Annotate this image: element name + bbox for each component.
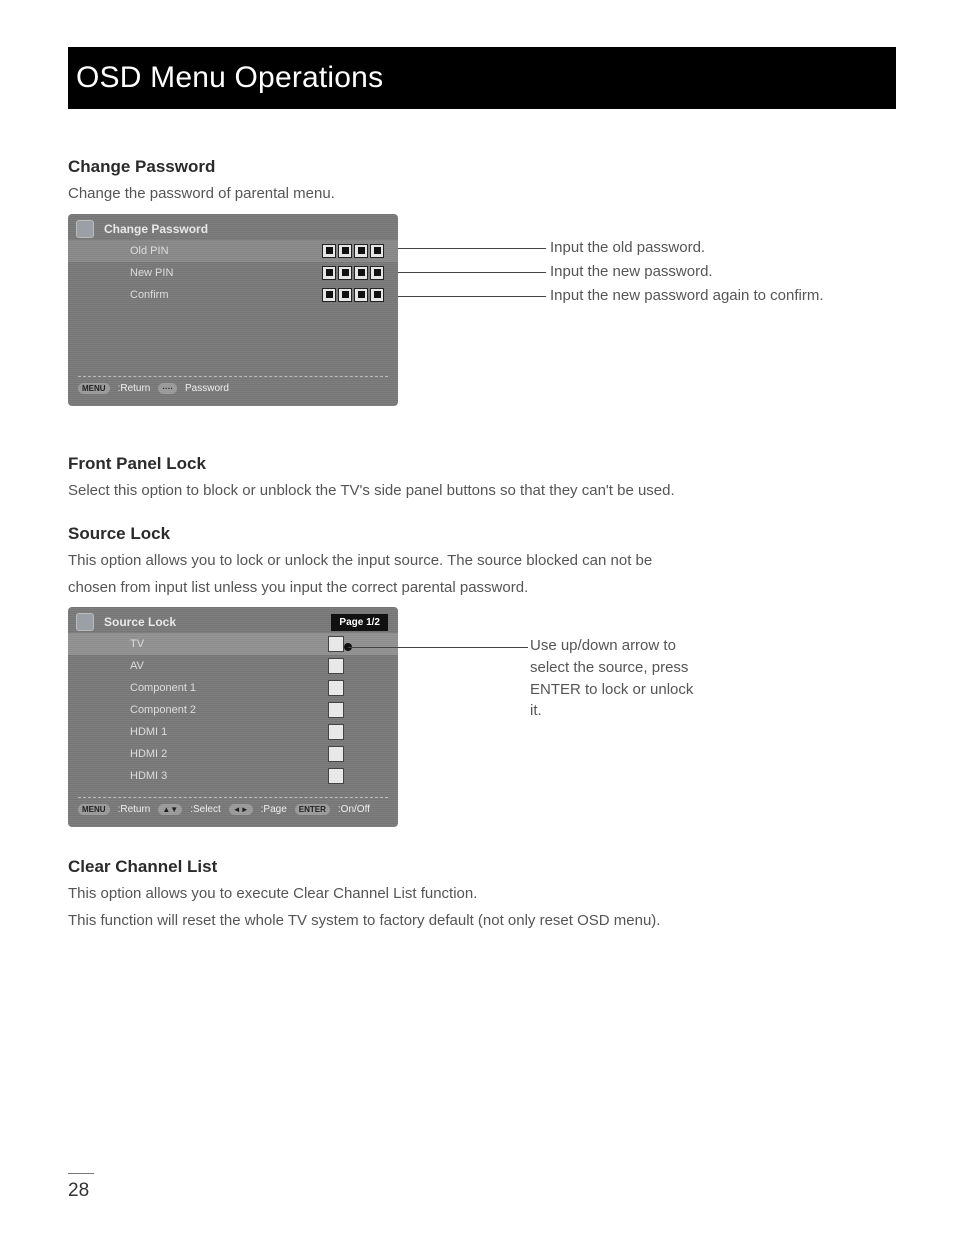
- desc-clear-channel-1: This option allows you to execute Clear …: [68, 883, 896, 906]
- field-label-old-pin: Old PIN: [130, 245, 322, 257]
- callout-confirm-pw: Input the new password again to confirm.: [550, 287, 824, 304]
- desc-source-lock-2: chosen from input list unless you input …: [68, 577, 896, 600]
- heading-change-password: Change Password: [68, 157, 896, 177]
- pin-row-confirm: Confirm: [68, 284, 398, 306]
- pin-row-old: Old PIN: [68, 240, 398, 262]
- heading-source-lock: Source Lock: [68, 524, 896, 544]
- source-row-comp1: Component 1: [68, 677, 398, 699]
- page-number-rule: [68, 1173, 94, 1174]
- updown-button-icon: ▲▼: [158, 804, 182, 815]
- heading-front-panel-lock: Front Panel Lock: [68, 454, 896, 474]
- leftright-button-icon: ◄►: [229, 804, 253, 815]
- callout-old-pw: Input the old password.: [550, 239, 705, 256]
- page-badge: Page 1/2: [331, 614, 388, 631]
- osd-title: Change Password: [104, 222, 208, 236]
- footer-return-label: :Return: [118, 383, 151, 394]
- desc-source-lock-1: This option allows you to lock or unlock…: [68, 550, 896, 573]
- osd-footer-source: MENU :Return ▲▼ :Select ◄► :Page ENTER :…: [68, 802, 398, 819]
- osd-source-lock: Source Lock Page 1/2 TV AV Component 1 C…: [68, 607, 398, 827]
- desc-front-panel-lock: Select this option to block or unblock t…: [68, 480, 896, 503]
- desc-change-password: Change the password of parental menu.: [68, 183, 896, 206]
- field-label-confirm: Confirm: [130, 289, 322, 301]
- source-row-hdmi3: HDMI 3: [68, 765, 398, 787]
- osd-change-password: Change Password Old PIN New PIN Confirm …: [68, 214, 398, 406]
- menu-button-icon: MENU: [78, 804, 110, 815]
- pin-row-new: New PIN: [68, 262, 398, 284]
- osd-title-source-lock: Source Lock: [104, 615, 176, 629]
- enter-button-icon: ENTER: [295, 804, 330, 815]
- source-row-comp2: Component 2: [68, 699, 398, 721]
- source-row-hdmi1: HDMI 1: [68, 721, 398, 743]
- menu-button-icon: MENU: [78, 383, 110, 394]
- osd-footer: MENU :Return ···· Password: [68, 381, 398, 398]
- desc-clear-channel-2: This function will reset the whole TV sy…: [68, 910, 896, 933]
- source-row-av: AV: [68, 655, 398, 677]
- page-banner: OSD Menu Operations: [68, 47, 896, 109]
- footer-password-label: Password: [185, 383, 229, 394]
- num-button-icon: ····: [158, 383, 177, 394]
- page-number: 28: [68, 1180, 89, 1202]
- callout-source-lock: Use up/down arrow to select the source, …: [530, 635, 700, 722]
- lock-icon: [76, 220, 94, 238]
- lock-icon: [76, 613, 94, 631]
- callout-new-pw: Input the new password.: [550, 263, 713, 280]
- field-label-new-pin: New PIN: [130, 267, 322, 279]
- heading-clear-channel-list: Clear Channel List: [68, 857, 896, 877]
- source-row-hdmi2: HDMI 2: [68, 743, 398, 765]
